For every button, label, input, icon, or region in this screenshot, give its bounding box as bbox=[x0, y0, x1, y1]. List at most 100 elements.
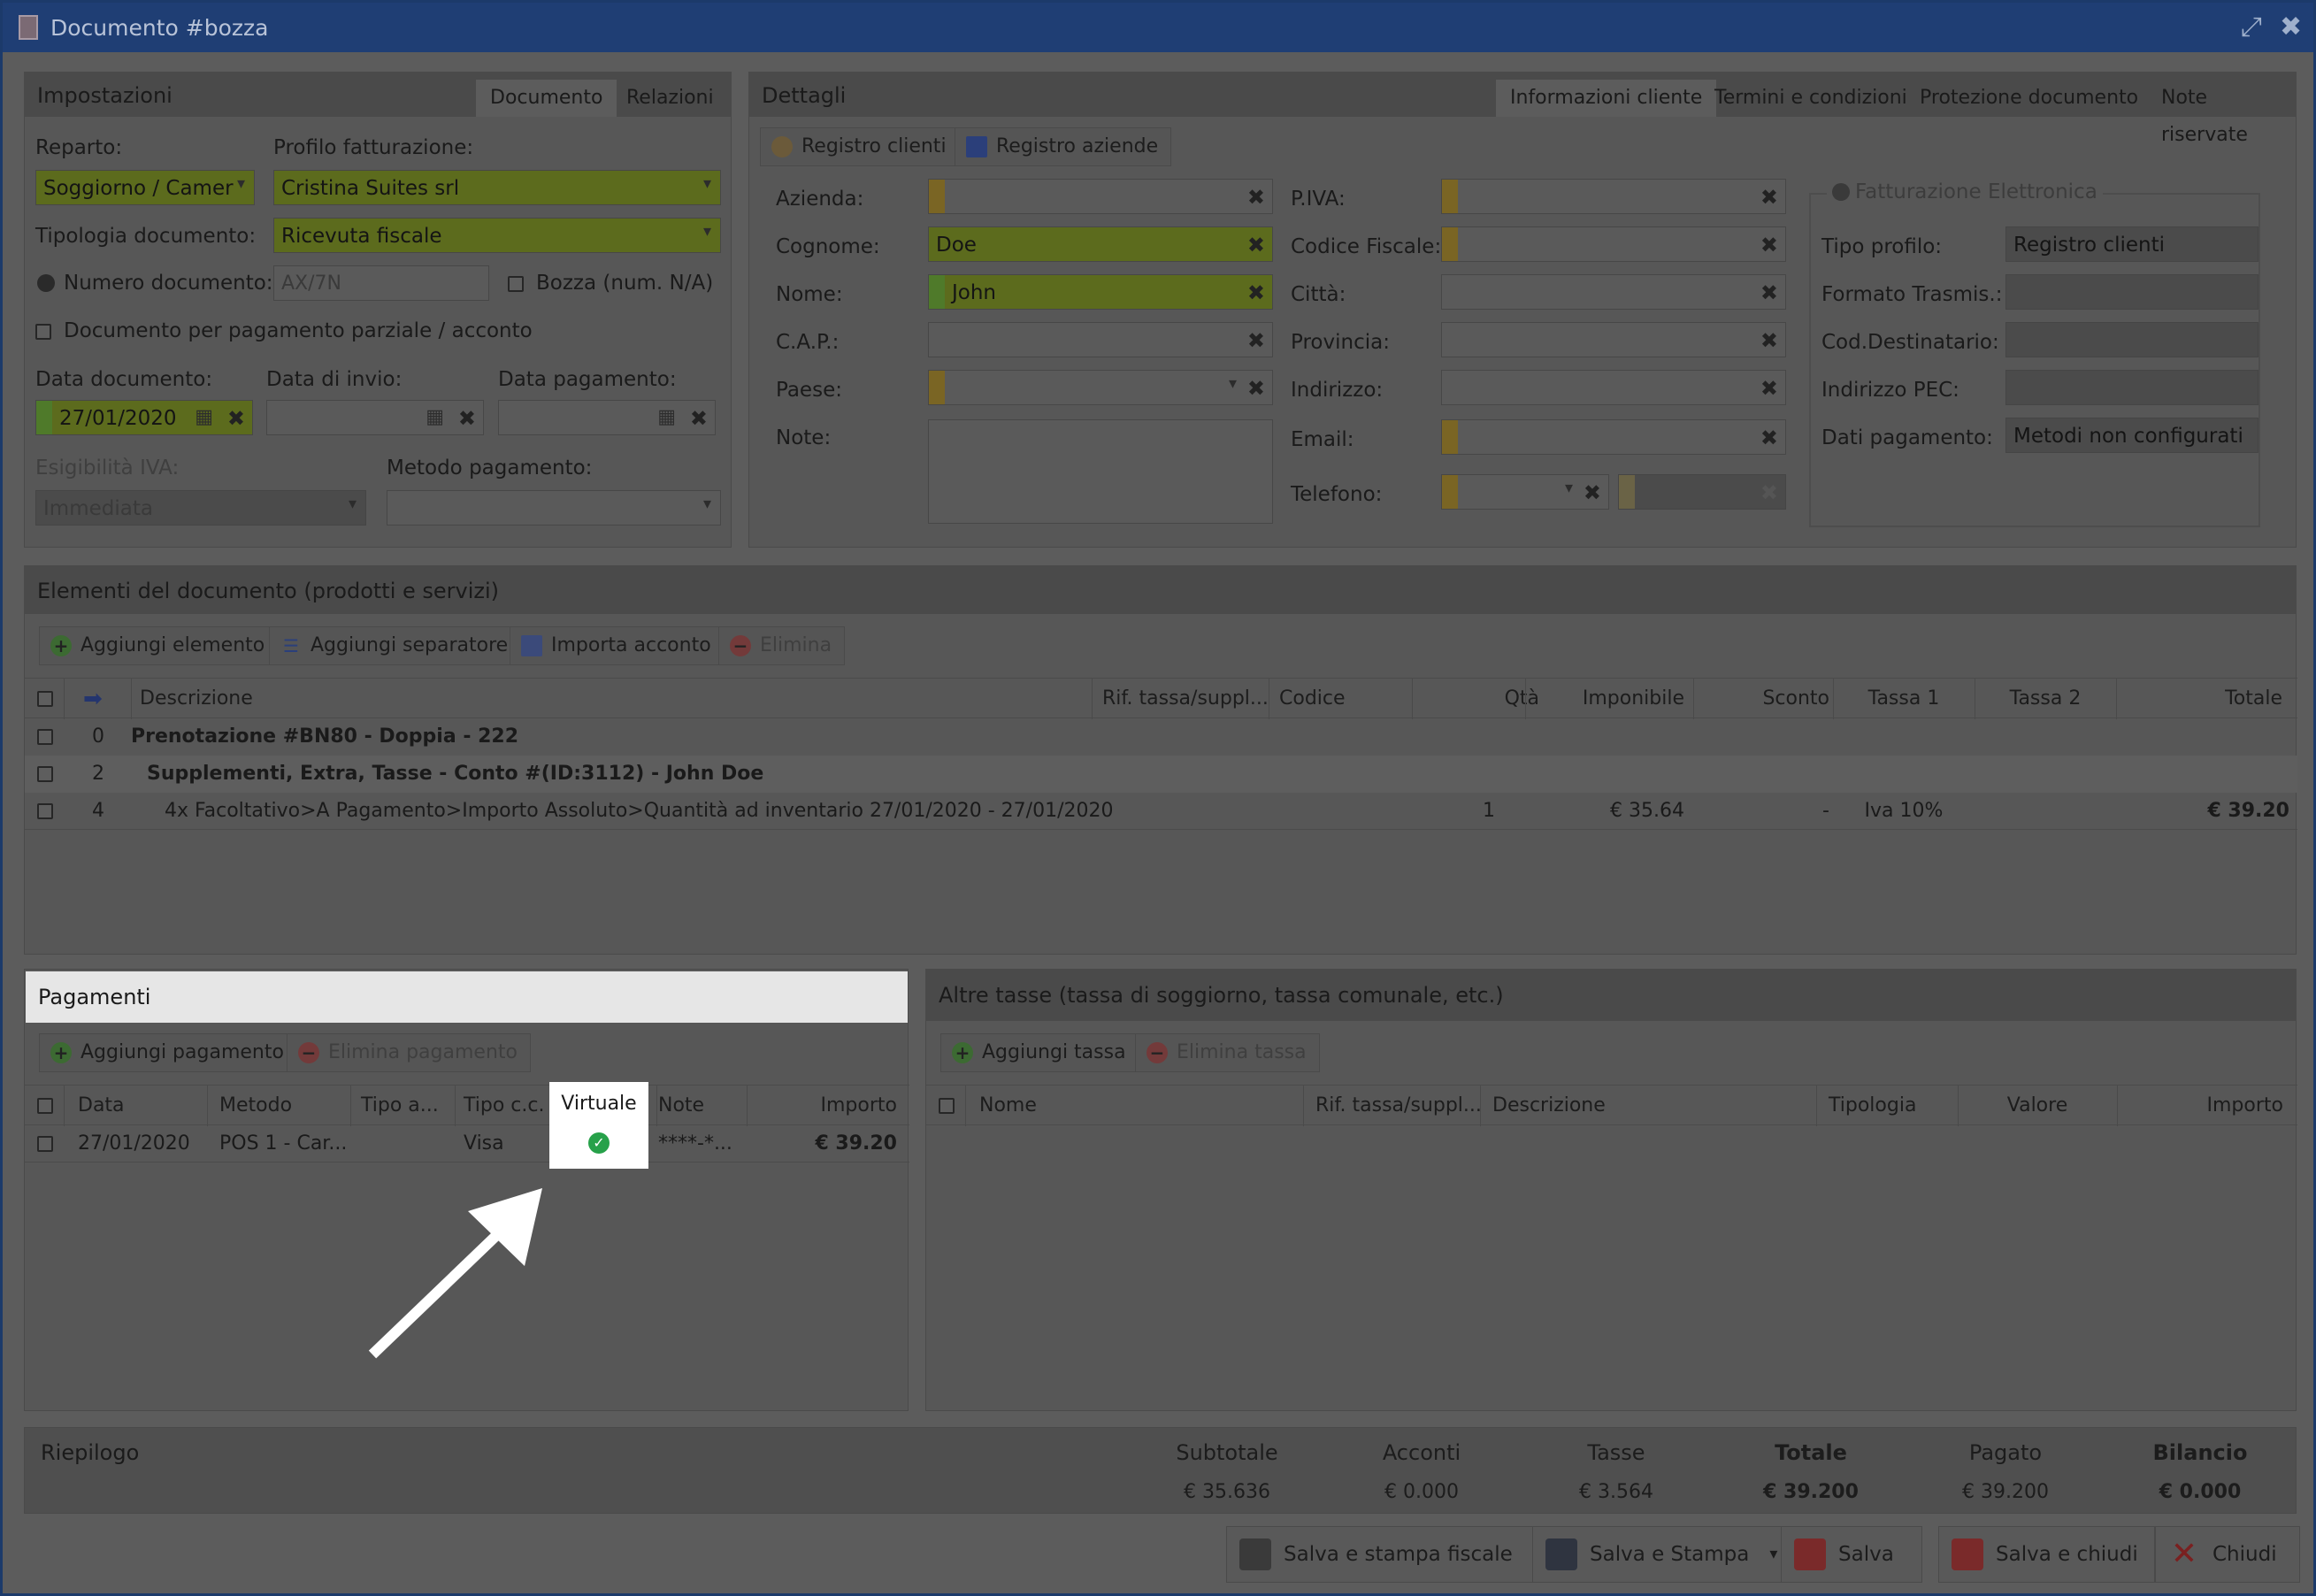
save-print-button[interactable]: Salva e Stampa ▾ bbox=[1532, 1526, 1790, 1583]
col-rif-tassa[interactable]: Rif. tassa/suppl... bbox=[1102, 687, 1269, 710]
col-importo[interactable]: Importo bbox=[2117, 1094, 2283, 1116]
tab-informazioni-cliente[interactable]: Informazioni cliente bbox=[1496, 80, 1717, 117]
save-button[interactable]: Salva bbox=[1781, 1526, 1922, 1583]
clear-icon[interactable]: ✖ bbox=[227, 406, 245, 431]
col-sconto[interactable]: Sconto bbox=[1693, 687, 1829, 710]
note-textarea[interactable] bbox=[928, 419, 1273, 524]
clear-icon[interactable]: ✖ bbox=[1247, 328, 1265, 353]
clear-icon[interactable]: ✖ bbox=[1247, 233, 1265, 257]
col-virtuale[interactable]: Virtuale bbox=[549, 1093, 648, 1115]
maximize-icon[interactable]: ⤢ bbox=[2241, 12, 2262, 42]
select-all-checkbox[interactable] bbox=[37, 1098, 53, 1114]
parziale-checkbox[interactable] bbox=[35, 324, 51, 340]
save-close-button[interactable]: Salva e chiudi bbox=[1938, 1526, 2155, 1583]
paese-select[interactable]: ▾ ✖ bbox=[928, 370, 1273, 405]
col-tipo-a[interactable]: Tipo a... bbox=[361, 1094, 439, 1116]
table-row[interactable]: 2 Supplementi, Extra, Tasse - Conto #(ID… bbox=[25, 756, 2297, 793]
row-checkbox[interactable] bbox=[37, 766, 53, 782]
clear-icon[interactable]: ✖ bbox=[1760, 376, 1778, 401]
clear-icon[interactable]: ✖ bbox=[1247, 280, 1265, 305]
clear-icon[interactable]: ✖ bbox=[690, 406, 708, 431]
tab-note-riservate[interactable]: Note riservate bbox=[2147, 80, 2296, 146]
close-icon[interactable]: ✖ bbox=[2280, 12, 2302, 42]
col-codice[interactable]: Codice bbox=[1279, 687, 1346, 710]
azienda-input[interactable]: ✖ bbox=[928, 179, 1273, 214]
col-totale[interactable]: Totale bbox=[2116, 687, 2282, 710]
col-imponibile[interactable]: Imponibile bbox=[1529, 687, 1684, 710]
provincia-input[interactable]: ✖ bbox=[1441, 322, 1786, 357]
select-all-checkbox[interactable] bbox=[939, 1098, 955, 1114]
col-tassa1[interactable]: Tassa 1 bbox=[1833, 687, 1975, 710]
telefono-input[interactable]: ✖ bbox=[1618, 474, 1786, 510]
help-icon[interactable] bbox=[1832, 183, 1850, 201]
delete-payment-button[interactable]: − Elimina pagamento bbox=[287, 1033, 531, 1072]
row-checkbox[interactable] bbox=[37, 803, 53, 819]
piva-input[interactable]: ✖ bbox=[1441, 179, 1786, 214]
chevron-down-icon[interactable]: ▾ bbox=[1769, 1527, 1777, 1582]
add-payment-button[interactable]: + Aggiungi pagamento bbox=[39, 1033, 297, 1072]
add-element-button[interactable]: + Aggiungi elemento bbox=[39, 626, 279, 665]
registro-clienti-button[interactable]: Registro clienti bbox=[760, 127, 960, 166]
table-row[interactable]: 27/01/2020 POS 1 - Car... Visa ****-*...… bbox=[25, 1125, 909, 1162]
clear-icon[interactable]: ✖ bbox=[1760, 233, 1778, 257]
delete-tax-button[interactable]: − Elimina tassa bbox=[1135, 1033, 1320, 1072]
tab-protezione[interactable]: Protezione documento bbox=[1906, 80, 2152, 117]
telefono-prefix-select[interactable]: ▾ ✖ bbox=[1441, 474, 1609, 510]
data-pagamento-input[interactable]: ▦ ✖ bbox=[498, 400, 716, 435]
save-print-fiscal-button[interactable]: Salva e stampa fiscale ▾ bbox=[1226, 1526, 1558, 1583]
bozza-checkbox[interactable] bbox=[508, 276, 524, 292]
registro-aziende-button[interactable]: Registro aziende bbox=[955, 127, 1172, 166]
tipologia-select[interactable]: Ricevuta fiscale ▾ bbox=[273, 218, 721, 253]
clear-icon[interactable]: ✖ bbox=[1760, 185, 1778, 210]
clear-icon[interactable]: ✖ bbox=[1584, 480, 1601, 505]
col-nome[interactable]: Nome bbox=[979, 1094, 1037, 1116]
select-all-checkbox[interactable] bbox=[37, 691, 53, 707]
calendar-icon[interactable]: ▦ bbox=[426, 406, 444, 428]
col-note[interactable]: Note bbox=[658, 1094, 704, 1116]
indirizzo-input[interactable]: ✖ bbox=[1441, 370, 1786, 405]
col-importo[interactable]: Importo bbox=[747, 1094, 897, 1116]
col-valore[interactable]: Valore bbox=[1958, 1094, 2117, 1116]
col-descrizione[interactable]: Descrizione bbox=[140, 687, 253, 710]
metodo-select[interactable]: ▾ bbox=[387, 490, 721, 526]
add-tax-button[interactable]: + Aggiungi tassa bbox=[940, 1033, 1139, 1072]
data-invio-input[interactable]: ▦ ✖ bbox=[266, 400, 484, 435]
citta-input[interactable]: ✖ bbox=[1441, 274, 1786, 310]
col-rif-tassa[interactable]: Rif. tassa/suppl... bbox=[1315, 1094, 1482, 1116]
cf-input[interactable]: ✖ bbox=[1441, 226, 1786, 262]
col-descrizione[interactable]: Descrizione bbox=[1492, 1094, 1606, 1116]
clear-icon[interactable]: ✖ bbox=[1760, 280, 1778, 305]
calendar-icon[interactable]: ▦ bbox=[657, 406, 676, 428]
cognome-input[interactable]: Doe ✖ bbox=[928, 226, 1273, 262]
cap-input[interactable]: ✖ bbox=[928, 322, 1273, 357]
clear-icon[interactable]: ✖ bbox=[1760, 426, 1778, 450]
clear-icon[interactable]: ✖ bbox=[1247, 376, 1265, 401]
tab-documento[interactable]: Documento bbox=[476, 80, 617, 117]
row-checkbox[interactable] bbox=[37, 1136, 53, 1152]
clear-icon[interactable]: ✖ bbox=[1247, 185, 1265, 210]
col-metodo[interactable]: Metodo bbox=[219, 1094, 292, 1116]
clear-icon[interactable]: ✖ bbox=[1760, 328, 1778, 353]
col-tipologia[interactable]: Tipologia bbox=[1829, 1094, 1916, 1116]
col-qta[interactable]: Qtà bbox=[1451, 687, 1539, 710]
col-tipo-cc[interactable]: Tipo c.c. bbox=[464, 1094, 544, 1116]
close-button[interactable]: ✕ Chiudi bbox=[2155, 1526, 2300, 1583]
numero-input[interactable]: AX/7N bbox=[273, 265, 489, 301]
profilo-select[interactable]: Cristina Suites srl ▾ bbox=[273, 170, 721, 205]
table-row[interactable]: 0 Prenotazione #BN80 - Doppia - 222 bbox=[25, 718, 2297, 756]
data-documento-input[interactable]: 27/01/2020 ▦ ✖ bbox=[35, 400, 253, 435]
table-row[interactable]: 4 4x Facoltativo>A Pagamento>Importo Ass… bbox=[25, 793, 2297, 830]
help-icon[interactable] bbox=[37, 274, 55, 292]
reparto-select[interactable]: Soggiorno / Camer ▾ bbox=[35, 170, 255, 205]
tab-termini[interactable]: Termini e condizioni bbox=[1700, 80, 1921, 117]
col-tassa2[interactable]: Tassa 2 bbox=[1975, 687, 2116, 710]
email-input[interactable]: ✖ bbox=[1441, 419, 1786, 455]
tab-relazioni[interactable]: Relazioni bbox=[612, 80, 728, 117]
row-checkbox[interactable] bbox=[37, 729, 53, 745]
clear-icon[interactable]: ✖ bbox=[458, 406, 476, 431]
delete-element-button[interactable]: − Elimina bbox=[718, 626, 846, 665]
clear-icon[interactable]: ✖ bbox=[1760, 480, 1778, 505]
import-deposit-button[interactable]: Importa acconto bbox=[510, 626, 725, 665]
calendar-icon[interactable]: ▦ bbox=[195, 406, 213, 428]
col-data[interactable]: Data bbox=[78, 1094, 125, 1116]
